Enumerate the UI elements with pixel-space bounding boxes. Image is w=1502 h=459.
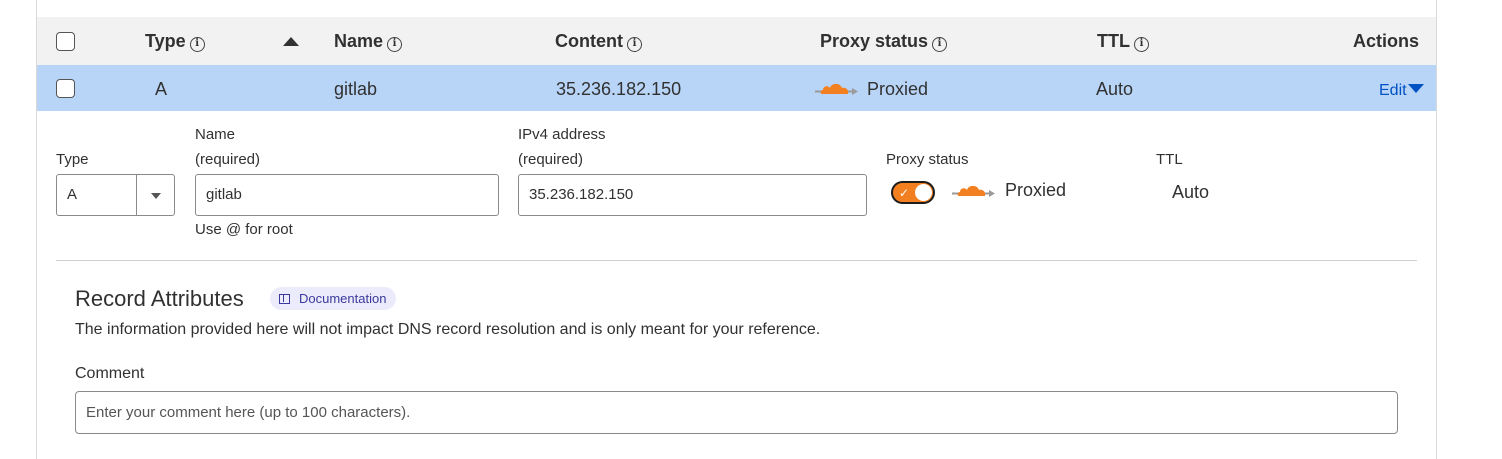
- name-label: Name: [195, 126, 236, 143]
- select-divider: [136, 175, 137, 215]
- type-select[interactable]: A: [56, 174, 175, 216]
- ttl-label: TTL: [1156, 151, 1183, 168]
- table-header: Type i Name i Content i Proxy status i TTL i …: [37, 17, 1436, 65]
- select-all-checkbox[interactable]: [56, 32, 75, 51]
- toggle-knob: [915, 184, 932, 201]
- documentation-link[interactable]: Documentation: [270, 287, 397, 310]
- row-name: gitlab: [334, 79, 378, 99]
- edit-link[interactable]: Edit: [1379, 65, 1424, 111]
- name-input[interactable]: gitlab: [195, 174, 499, 216]
- ipv4-label: IPv4 address: [518, 126, 606, 143]
- row-proxy-status: Proxied: [815, 65, 965, 111]
- caret-down-icon[interactable]: [1407, 84, 1424, 93]
- record-attributes-title: Record Attributes: [75, 286, 244, 311]
- header-actions: Actions: [1353, 31, 1420, 51]
- row-checkbox[interactable]: [56, 79, 75, 98]
- row-content: 35.236.182.150: [556, 79, 682, 99]
- record-attributes-description: The information provided here will not i…: [75, 321, 821, 338]
- info-icon[interactable]: i: [1134, 37, 1149, 52]
- header-proxy-status[interactable]: Proxy status i: [820, 17, 948, 65]
- chevron-down-icon[interactable]: [151, 193, 161, 199]
- proxy-status-value: Proxied: [1005, 180, 1067, 200]
- header-type[interactable]: Type i: [145, 17, 205, 65]
- sort-ascending-icon[interactable]: [283, 37, 299, 46]
- name-hint: Use @ for root: [195, 221, 293, 238]
- info-icon[interactable]: i: [189, 37, 205, 52]
- type-label: Type: [56, 151, 89, 168]
- proxied-cloud-icon: [952, 185, 995, 197]
- row-ttl: Auto: [1096, 79, 1134, 99]
- proxy-status-label: Proxy status: [886, 151, 969, 168]
- header-content[interactable]: Content i: [555, 17, 642, 65]
- proxy-status-toggle[interactable]: ✓: [891, 181, 935, 204]
- ipv4-required: (required): [518, 151, 584, 168]
- comment-input[interactable]: Enter your comment here (up to 100 chara…: [75, 391, 1398, 434]
- row-type: A: [155, 79, 168, 99]
- info-icon[interactable]: i: [626, 37, 642, 52]
- ipv4-input[interactable]: 35.236.182.150: [518, 174, 867, 216]
- table-row[interactable]: A gitlab 35.236.182.150 Proxied Auto Edi…: [37, 65, 1436, 111]
- check-icon: ✓: [899, 186, 910, 200]
- name-required: (required): [195, 151, 261, 168]
- proxied-cloud-icon: [815, 83, 858, 95]
- ttl-value: Auto: [1172, 182, 1210, 202]
- info-icon[interactable]: i: [387, 37, 403, 52]
- book-icon: [279, 294, 290, 304]
- header-name[interactable]: Name i: [334, 17, 403, 65]
- info-icon[interactable]: i: [932, 37, 948, 52]
- section-divider: [56, 260, 1417, 261]
- comment-label: Comment: [75, 365, 145, 382]
- header-ttl[interactable]: TTL i: [1097, 17, 1149, 65]
